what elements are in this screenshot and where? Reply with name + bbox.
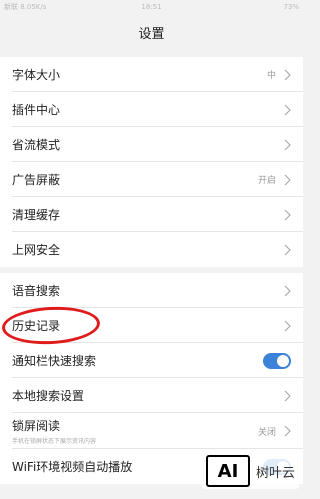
setting-value: 中 (266, 71, 276, 81)
status-bar: 新联 8.05K/s 18:51 73% (0, 0, 303, 14)
setting-value: 关闭 (257, 427, 276, 438)
setting-label: 省流模式 (12, 138, 61, 152)
setting-label: 锁屏阅读 (12, 419, 61, 433)
setting-label: 语音搜索 (12, 284, 61, 298)
setting-label: 插件中心 (12, 103, 61, 117)
setting-data-saver[interactable]: 省流模式 (0, 127, 303, 162)
setting-text: 锁屏阅读 手机在锁屏状态下展示资讯内容 (12, 417, 258, 445)
toggle-knob (277, 354, 289, 367)
chevron-right-icon (284, 425, 291, 437)
chevron-right-icon (284, 174, 291, 185)
chevron-right-icon (284, 320, 291, 331)
chevron-right-icon (284, 285, 291, 296)
setting-label: 字体大小 (12, 68, 61, 82)
setting-label: 上网安全 (12, 243, 61, 257)
watermark-logo: AI (205, 455, 250, 487)
notification-search-toggle[interactable] (263, 352, 291, 369)
setting-font-size[interactable]: 字体大小 中 (0, 57, 303, 92)
chevron-right-icon (284, 139, 291, 150)
watermark-text: 树叶云 (255, 465, 295, 481)
setting-label: 本地搜索设置 (12, 389, 85, 403)
setting-notification-search[interactable]: 通知栏快速搜索 (0, 343, 303, 378)
setting-ad-block[interactable]: 广告屏蔽 开启 (0, 162, 303, 197)
chevron-right-icon (284, 104, 291, 115)
chevron-right-icon (284, 69, 291, 80)
chevron-right-icon (284, 209, 291, 220)
page-title: 设置 (138, 26, 165, 42)
watermark: AI 树叶云 (201, 453, 299, 489)
setting-local-search[interactable]: 本地搜索设置 (0, 378, 303, 413)
setting-label: 广告屏蔽 (12, 173, 61, 187)
setting-voice-search[interactable]: 语音搜索 (0, 273, 303, 308)
setting-clear-cache[interactable]: 清理缓存 (0, 197, 303, 232)
setting-value: 开启 (257, 176, 276, 186)
setting-label: 清理缓存 (12, 208, 61, 222)
setting-label: 通知栏快速搜索 (12, 354, 97, 368)
setting-lockscreen-reading[interactable]: 锁屏阅读 手机在锁屏状态下展示资讯内容 关闭 (0, 413, 303, 449)
setting-plugin-center[interactable]: 插件中心 (0, 92, 303, 127)
page-header: 设置 (0, 14, 303, 50)
chevron-right-icon (284, 244, 291, 255)
setting-browsing-security[interactable]: 上网安全 (0, 232, 303, 267)
chevron-right-icon (284, 390, 291, 401)
settings-group-general: 字体大小 中 插件中心 省流模式 广告屏蔽 开启 清理缓存 上网安全 (0, 57, 303, 267)
setting-sublabel: 手机在锁屏状态下展示资讯内容 (12, 438, 97, 445)
status-time: 18:51 (141, 3, 162, 11)
